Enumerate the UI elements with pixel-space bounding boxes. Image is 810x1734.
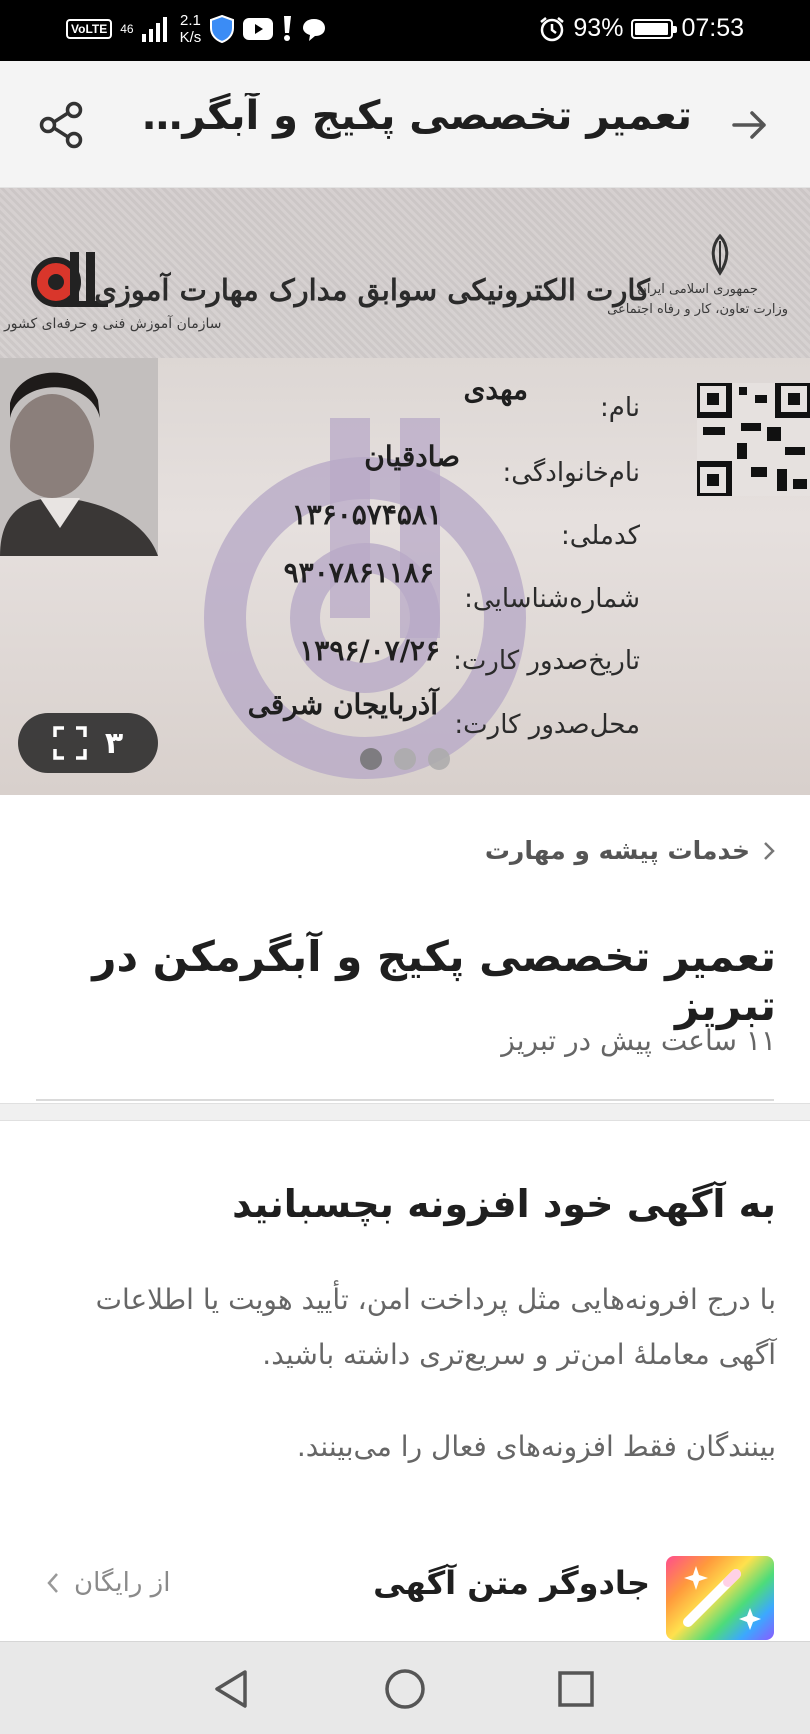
breadcrumb[interactable]: خدمات پیشه و مهارت	[485, 836, 776, 865]
network-type: 46	[120, 22, 134, 36]
addon-price[interactable]: از رایگان	[46, 1568, 170, 1598]
battery-icon	[631, 18, 678, 39]
share-icon[interactable]	[36, 99, 88, 151]
field-label-family: نام‌خانوادگی:	[502, 458, 640, 488]
section-separator	[0, 1103, 810, 1121]
field-label-issue-date: تاریخ‌صدور کارت:	[453, 646, 640, 676]
qr-code-icon	[697, 383, 810, 496]
addon-title: جادوگر متن آگهی	[373, 1564, 650, 1602]
ad-title: تعمیر تخصصی پکیج و آبگرمکن در تبریز	[92, 932, 776, 1030]
chevron-left-icon	[47, 1573, 58, 1593]
speed-value: 2.1	[179, 12, 201, 29]
addon-icon-tile	[666, 1556, 774, 1640]
issuer-line1: جمهوری اسلامی ایران	[637, 282, 758, 297]
field-value-name: مهدی	[463, 373, 528, 406]
network-speed: 2.1 K/s	[180, 12, 202, 46]
ad-meta: ۱۱ ساعت پیش در تبریز	[501, 1024, 776, 1057]
emblem-icon	[711, 233, 729, 276]
org-name: سازمان آموزش فنی و حرفه‌ای کشور	[4, 316, 222, 332]
chat-icon	[303, 19, 326, 41]
addons-title: به آگهی خود افزونه بچسبانید	[232, 1182, 776, 1226]
pagination-dot[interactable]	[360, 748, 382, 770]
battery-percent: 93%	[573, 14, 624, 42]
addon-item-text-wizard[interactable]: جادوگر متن آگهی از رایگان	[0, 1556, 810, 1640]
field-label-id-number: شماره‌شناسایی:	[464, 584, 640, 614]
field-value-issue-date: ۱۳۹۶/۰۷/۲۶	[299, 634, 440, 667]
speed-unit: K/s	[179, 29, 202, 46]
magic-wand-icon	[683, 1566, 761, 1630]
addons-description: با درج افرونه‌هایی مثل پرداخت امن، تأیید…	[95, 1283, 776, 1371]
pagination-dot[interactable]	[394, 748, 416, 770]
arrow-right-icon[interactable]	[728, 103, 772, 147]
image-gallery[interactable]: جمهوری اسلامی ایران وزارت تعاون، کار و ر…	[0, 188, 810, 795]
field-label-issue-place: محل‌صدور کارت:	[454, 710, 640, 740]
field-value-national-id: ۱۳۶۰۵۷۴۵۸۱	[291, 498, 442, 531]
field-value-issue-place: آذربایجان شرقی	[247, 688, 438, 721]
back-triangle-icon[interactable]	[207, 1664, 257, 1714]
status-left: VoLTE 46 2.1 K/s	[66, 12, 327, 46]
gallery-pagination	[0, 748, 810, 770]
alarm-icon	[540, 16, 565, 41]
breadcrumb-label[interactable]: خدمات پیشه و مهارت	[485, 836, 750, 865]
volte-badge: VoLTE	[66, 19, 113, 39]
status-bar: VoLTE 46 2.1 K/s 93% 07:53	[0, 0, 810, 61]
youtube-icon	[243, 18, 274, 40]
field-value-family: صادقیان	[364, 440, 460, 473]
addons-note: بینندگان فقط افزونه‌های فعال را می‌بینند…	[296, 1430, 776, 1463]
field-label-national-id: کدملی:	[561, 521, 640, 551]
divider	[36, 1099, 774, 1101]
chevron-right-icon	[764, 841, 775, 860]
signal-icon	[141, 17, 167, 42]
recents-square-icon[interactable]	[551, 1664, 601, 1714]
id-photo	[0, 358, 158, 556]
card-heading: کارت الکترونیکی سوابق مدارک مهارت آموزی	[94, 273, 650, 307]
header-title: تعمیر تخصصی پکیج و آبگرمکن د...	[122, 93, 692, 139]
field-label-name: نام:	[599, 393, 640, 423]
addon-price-label: از رایگان	[74, 1568, 171, 1598]
person-portrait-icon	[0, 358, 158, 556]
field-value-id-number: ۹۳۰۷۸۶۱۱۸۶	[283, 556, 434, 589]
clock: 07:53	[681, 14, 744, 42]
vpn-shield-icon	[210, 15, 235, 43]
home-circle-icon[interactable]	[380, 1664, 430, 1714]
status-right: 93% 07:53	[539, 14, 744, 43]
app-header: تعمیر تخصصی پکیج و آبگرمکن د...	[0, 61, 810, 188]
alert-icon	[284, 16, 292, 41]
system-nav-bar	[0, 1641, 810, 1734]
pagination-dot[interactable]	[428, 748, 450, 770]
